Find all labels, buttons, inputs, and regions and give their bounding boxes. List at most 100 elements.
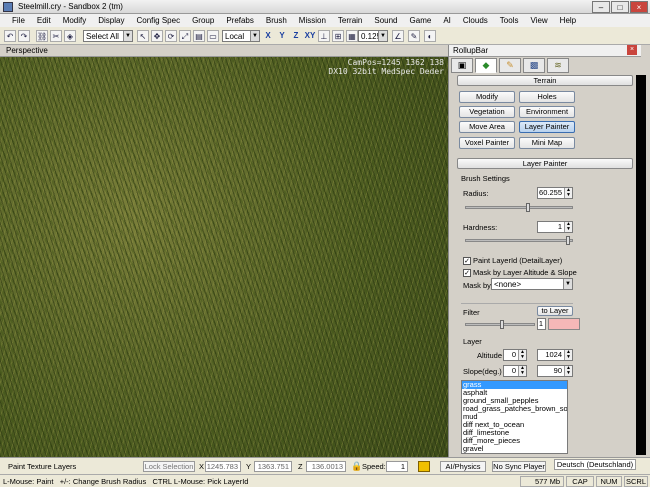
lock-icon[interactable]: 🔒 (351, 461, 362, 472)
hardness-input[interactable]: 1 ▲ ▼ (537, 221, 573, 233)
scale-icon[interactable]: ⤢ (179, 30, 191, 42)
pointer-icon[interactable]: ↖ (137, 30, 149, 42)
rollup-close-icon[interactable]: × (627, 45, 637, 55)
move-area-button[interactable]: Move Area (459, 121, 515, 133)
menu-group[interactable]: Group (186, 14, 220, 27)
tab-objects-icon[interactable]: ▣ (451, 58, 473, 73)
hardness-spinner-icon[interactable]: ▲ ▼ (564, 222, 572, 232)
tab-modeling-icon[interactable]: ✎ (499, 58, 521, 73)
mask-by-layer-checkbox[interactable]: ✓ Mask by Layer Altitude & Slope (463, 268, 577, 278)
tab-terrain-icon[interactable]: ◆ (475, 58, 497, 73)
paint-layerid-checkbox[interactable]: ✓ Paint LayerId (DetailLayer) (463, 256, 562, 266)
radius-slider[interactable] (465, 203, 573, 212)
language-indicator[interactable]: Deutsch (Deutschland) (554, 459, 636, 470)
z-coordinate-field[interactable]: 136.0013 (306, 461, 346, 472)
menu-view[interactable]: View (524, 14, 553, 27)
hardness-slider-thumb[interactable] (566, 236, 570, 245)
environment-button[interactable]: Environment (519, 106, 575, 118)
slope-max-input[interactable]: 90 ▲ ▼ (537, 365, 573, 377)
menu-terrain[interactable]: Terrain (332, 14, 368, 27)
x-coordinate-field[interactable]: 1245.783 (205, 461, 241, 472)
altitude-max-spinner-icon[interactable]: ▲ ▼ (564, 350, 572, 360)
viewport-label[interactable]: Perspective (6, 46, 48, 55)
snap-value-dropdown[interactable]: 0.125 ▼ (358, 30, 388, 42)
close-button[interactable]: × (630, 1, 648, 13)
menu-config-spec[interactable]: Config Spec (130, 14, 186, 27)
axis-z-button[interactable]: Z (290, 30, 302, 42)
menu-file[interactable]: File (6, 14, 31, 27)
minimize-button[interactable]: – (592, 1, 610, 13)
angle-snap-icon[interactable]: ∠ (392, 30, 404, 42)
snap-objects-icon[interactable]: ⊞ (332, 30, 344, 42)
radius-spinner-icon[interactable]: ▲ ▼ (564, 188, 572, 198)
unlink-icon[interactable]: ✂ (50, 30, 62, 42)
redo-icon[interactable]: ↷ (18, 30, 30, 42)
menu-display[interactable]: Display (92, 14, 130, 27)
altitude-min-input[interactable]: 0 ▲ ▼ (503, 349, 527, 361)
terrain-section-header[interactable]: Terrain (457, 75, 633, 86)
notes-icon[interactable]: ✎ (408, 30, 420, 42)
slope-min-input[interactable]: 0 ▲ ▼ (503, 365, 527, 377)
coord-system-dropdown[interactable]: Local ▼ (222, 30, 260, 42)
maximize-button[interactable]: □ (611, 1, 629, 13)
axis-y-button[interactable]: Y (276, 30, 288, 42)
list-item[interactable]: gravel (462, 445, 567, 453)
layer-painter-button[interactable]: Layer Painter (519, 121, 575, 133)
speed-toggle-icon[interactable] (418, 461, 430, 472)
axis-x-button[interactable]: X (262, 30, 274, 42)
perspective-viewport[interactable]: CamPos=1245 1362 138 DX10 32bit MedSpec … (0, 57, 448, 457)
menu-tools[interactable]: Tools (494, 14, 525, 27)
selection-dropdown[interactable]: Select All ▼ (83, 30, 133, 42)
axis-xy-button[interactable]: XY (303, 30, 317, 42)
rollup-scrollbar[interactable] (636, 75, 646, 455)
mini-map-button[interactable]: Mini Map (519, 137, 575, 149)
list-item[interactable]: road_grass_patches_brown_soil (462, 405, 567, 413)
menu-ai[interactable]: AI (437, 14, 457, 27)
filter-color-swatch[interactable] (548, 318, 580, 330)
grid-icon[interactable]: ▦ (346, 30, 358, 42)
menu-brush[interactable]: Brush (260, 14, 293, 27)
modify-button[interactable]: Modify (459, 91, 515, 103)
layer-painter-section-header[interactable]: Layer Painter (457, 158, 633, 169)
select-icon[interactable]: ◈ (64, 30, 76, 42)
holes-button[interactable]: Holes (519, 91, 575, 103)
speed-input[interactable]: 1 (386, 461, 408, 472)
undo-icon[interactable]: ↶ (4, 30, 16, 42)
vegetation-button[interactable]: Vegetation (459, 106, 515, 118)
slope-max-spinner-icon[interactable]: ▲ ▼ (564, 366, 572, 376)
slope-min-spinner-icon[interactable]: ▲ ▼ (518, 366, 526, 376)
mask-by-dropdown[interactable]: <none> ▼ (491, 278, 573, 290)
snap-terrain-icon[interactable]: ⊥ (318, 30, 330, 42)
link-icon[interactable]: ⛓ (36, 30, 48, 42)
altitude-min-spinner-icon[interactable]: ▲ ▼ (518, 350, 526, 360)
camera-icon[interactable]: ◐ (424, 30, 436, 42)
menu-mission[interactable]: Mission (293, 14, 332, 27)
filter-value-input[interactable]: 1 (537, 318, 546, 330)
no-sync-player-button[interactable]: No Sync Player (492, 461, 546, 472)
menu-help[interactable]: Help (554, 14, 582, 27)
tab-display-icon[interactable]: ▩ (523, 58, 545, 73)
ai-physics-button[interactable]: AI/Physics (440, 461, 486, 472)
move-icon[interactable]: ✥ (151, 30, 163, 42)
select-rect-icon[interactable]: ▭ (207, 30, 219, 42)
hardness-slider[interactable] (465, 236, 573, 245)
menu-prefabs[interactable]: Prefabs (220, 14, 260, 27)
to-layer-button[interactable]: to Layer (537, 306, 573, 316)
filter-slider-thumb[interactable] (500, 320, 505, 329)
menu-sound[interactable]: Sound (368, 14, 403, 27)
rotate-icon[interactable]: ⟳ (165, 30, 177, 42)
lock-selection-button[interactable]: Lock Selection (143, 461, 195, 472)
menu-clouds[interactable]: Clouds (457, 14, 494, 27)
filter-slider[interactable] (465, 320, 535, 329)
altitude-max-input[interactable]: 1024 ▲ ▼ (537, 349, 573, 361)
radius-input[interactable]: 60.255 ▲ ▼ (537, 187, 573, 199)
voxel-painter-button[interactable]: Voxel Painter (459, 137, 515, 149)
menu-game[interactable]: Game (404, 14, 438, 27)
menu-edit[interactable]: Edit (31, 14, 57, 27)
radius-slider-thumb[interactable] (526, 203, 530, 212)
select-terrain-icon[interactable]: ▤ (193, 30, 205, 42)
layer-list[interactable]: grass asphalt ground_small_pepples road_gra… (461, 380, 568, 454)
y-coordinate-field[interactable]: 1363.751 (254, 461, 292, 472)
tab-layers-icon[interactable]: ≋ (547, 58, 569, 73)
menu-modify[interactable]: Modify (57, 14, 93, 27)
